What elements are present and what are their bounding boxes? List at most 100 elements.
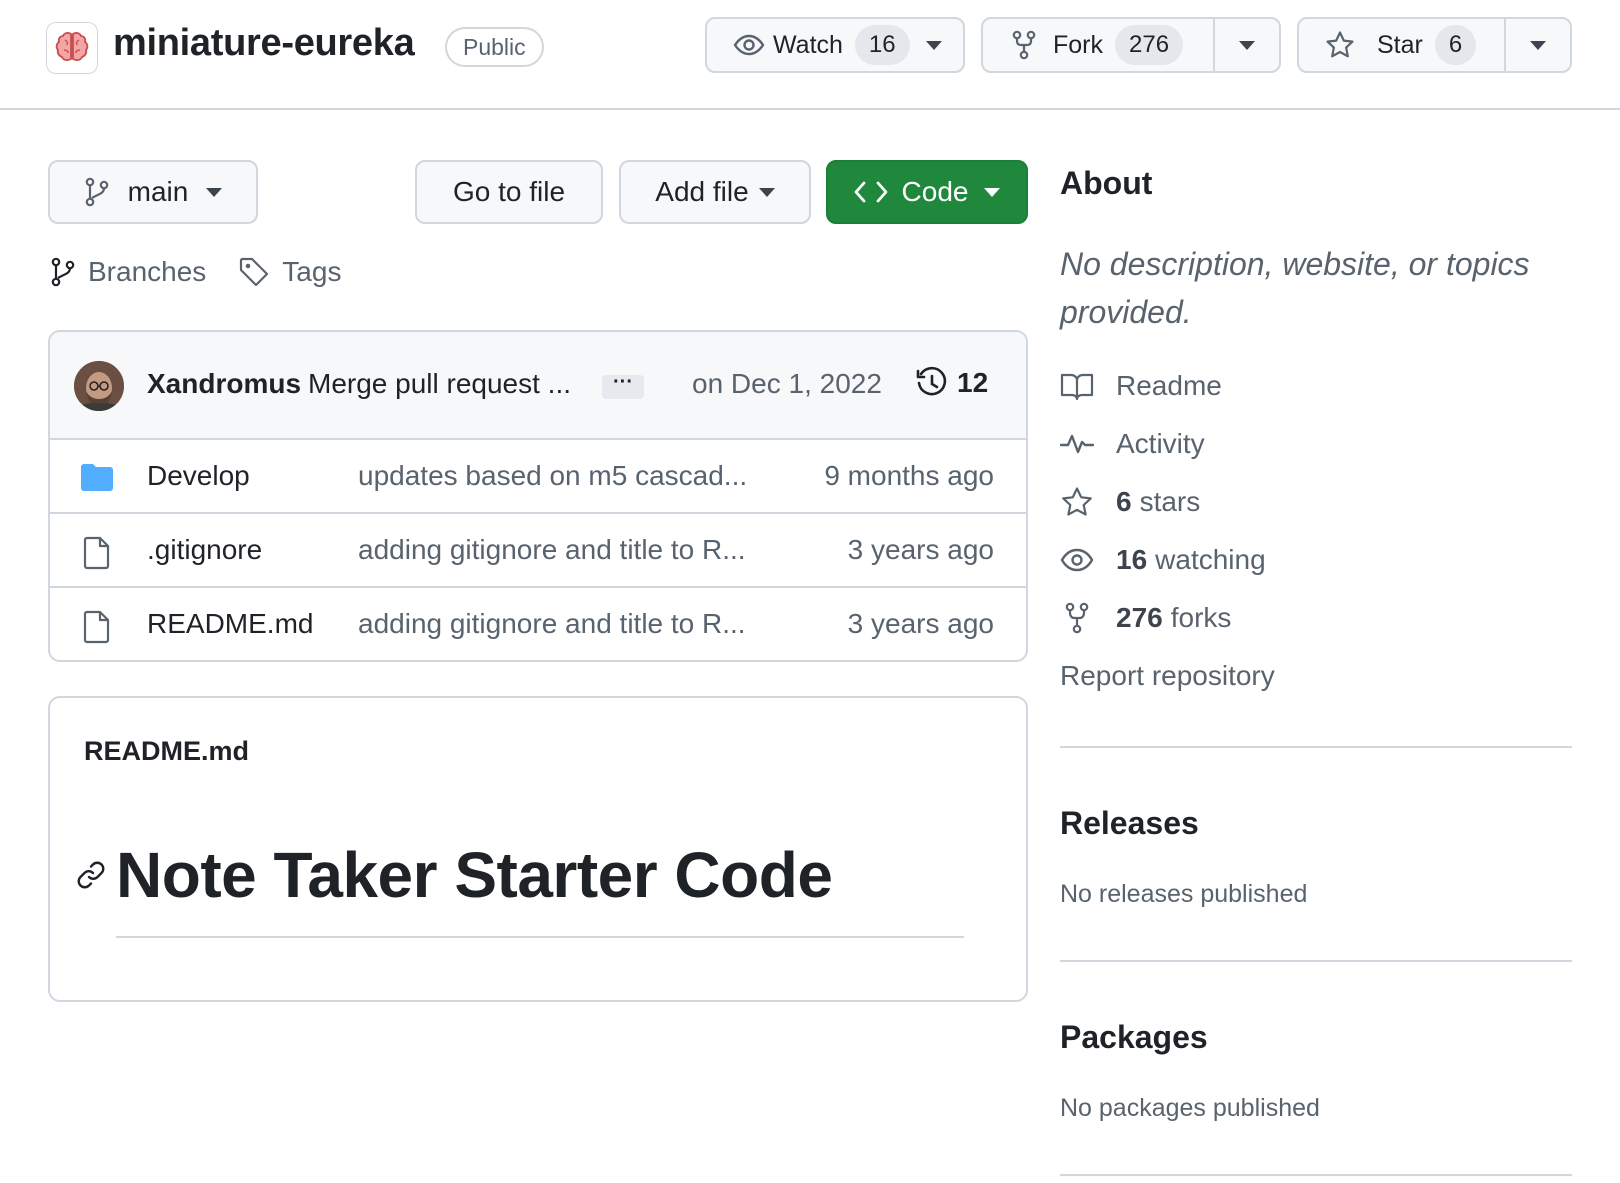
- expand-commit-button[interactable]: ···: [602, 372, 644, 399]
- latest-commit-bar: Xandromus Merge pull request ... ··· on …: [50, 332, 1026, 440]
- file-age: 3 years ago: [847, 608, 994, 639]
- watch-button[interactable]: Watch 16: [705, 17, 965, 73]
- code-button[interactable]: Code: [826, 160, 1028, 224]
- chevron-down-icon: [206, 187, 223, 197]
- visibility-badge: Public: [445, 27, 544, 67]
- activity-link[interactable]: Activity: [1060, 428, 1205, 460]
- packages-note: No packages published: [1060, 1094, 1320, 1122]
- file-name[interactable]: README.md: [147, 608, 313, 640]
- book-icon: [1060, 371, 1116, 401]
- branches-label: Branches: [88, 256, 207, 287]
- releases-title[interactable]: Releases: [1060, 805, 1199, 842]
- tag-icon: [238, 256, 282, 288]
- file-icon: [80, 536, 114, 570]
- folder-icon: [80, 462, 114, 492]
- chevron-down-icon: [984, 187, 1001, 197]
- eye-icon: [733, 34, 765, 56]
- table-row[interactable]: README.md adding gitignore and title to …: [50, 588, 1026, 660]
- fork-button[interactable]: Fork 276: [983, 19, 1213, 71]
- branch-selector[interactable]: main: [48, 160, 258, 224]
- star-button[interactable]: Star 6: [1299, 19, 1504, 71]
- avatar[interactable]: [74, 361, 124, 411]
- stars-link[interactable]: 6 stars: [1060, 486, 1200, 518]
- watching-label: watching: [1155, 544, 1266, 575]
- file-commit-message[interactable]: updates based on m5 cascad...: [358, 460, 747, 492]
- link-icon[interactable]: [76, 860, 106, 890]
- repo-header: miniature-eureka Public Watch 16 Fork 27…: [0, 0, 1620, 110]
- add-file-button[interactable]: Add file: [619, 160, 811, 224]
- table-row[interactable]: .gitignore adding gitignore and title to…: [50, 514, 1026, 588]
- commit-date: on Dec 1, 2022: [692, 368, 882, 399]
- go-to-file-button[interactable]: Go to file: [415, 160, 603, 224]
- about-title: About: [1060, 165, 1153, 201]
- file-commit-message[interactable]: adding gitignore and title to R...: [358, 534, 746, 566]
- fork-icon: [1011, 30, 1037, 60]
- forks-label: forks: [1170, 602, 1232, 633]
- repo-name[interactable]: miniature-eureka: [113, 22, 415, 65]
- star-icon: [1060, 486, 1116, 518]
- eye-icon: [1060, 545, 1116, 575]
- activity-label: Activity: [1116, 428, 1205, 459]
- file-icon: [80, 610, 114, 644]
- file-age: 9 months ago: [824, 460, 994, 491]
- fork-icon: [1060, 602, 1116, 634]
- tags-link[interactable]: Tags: [238, 256, 341, 288]
- branches-link[interactable]: Branches: [50, 256, 206, 288]
- commit-author[interactable]: Xandromus: [147, 368, 301, 400]
- divider: [1060, 1174, 1572, 1176]
- star-button-group: Star 6: [1297, 17, 1572, 73]
- repo-avatar: [46, 22, 98, 74]
- packages-title[interactable]: Packages: [1060, 1019, 1208, 1056]
- stars-count: 6: [1116, 486, 1132, 517]
- tags-label: Tags: [282, 256, 342, 287]
- readme-heading: Note Taker Starter Code: [116, 839, 833, 911]
- forks-link[interactable]: 276 forks: [1060, 602, 1231, 634]
- file-name[interactable]: Develop: [147, 460, 250, 492]
- fork-count: 276: [1115, 25, 1184, 65]
- star-dropdown[interactable]: [1506, 19, 1570, 71]
- file-age: 3 years ago: [847, 534, 994, 565]
- fork-dropdown[interactable]: [1215, 19, 1279, 71]
- branch-icon: [50, 257, 88, 287]
- star-count: 6: [1434, 25, 1477, 65]
- readme-link[interactable]: Readme: [1060, 370, 1222, 402]
- brain-icon: [52, 28, 92, 68]
- chevron-down-icon: [758, 187, 775, 197]
- readme-label: Readme: [1116, 370, 1222, 401]
- watching-count: 16: [1116, 544, 1148, 575]
- chevron-down-icon: [925, 40, 942, 50]
- chevron-down-icon: [1239, 40, 1256, 50]
- divider: [1060, 960, 1572, 962]
- commit-count: 12: [957, 367, 989, 398]
- divider: [116, 936, 964, 938]
- fork-button-group: Fork 276: [981, 17, 1281, 73]
- about-description: No description, website, or topics provi…: [1060, 246, 1530, 330]
- branch-icon: [84, 177, 110, 207]
- ref-links: Branches Tags: [50, 256, 373, 288]
- code-label: Code: [901, 176, 969, 207]
- readme-panel: README.md Note Taker Starter Code: [48, 696, 1028, 1002]
- commit-history-link[interactable]: 12: [915, 366, 988, 400]
- history-icon: [915, 366, 957, 400]
- code-icon: [854, 180, 888, 204]
- divider: [1060, 746, 1572, 748]
- star-label: Star: [1377, 30, 1423, 59]
- chevron-down-icon: [1530, 40, 1547, 50]
- branch-name: main: [127, 176, 189, 207]
- commit-message[interactable]: Merge pull request ...: [308, 368, 571, 400]
- readme-filename[interactable]: README.md: [84, 736, 249, 767]
- watching-link[interactable]: 16 watching: [1060, 544, 1266, 576]
- watch-count: 16: [854, 25, 910, 65]
- add-file-label: Add file: [655, 176, 749, 207]
- star-icon: [1325, 30, 1355, 60]
- table-row[interactable]: Develop updates based on m5 cascad... 9 …: [50, 440, 1026, 514]
- file-browser: Xandromus Merge pull request ... ··· on …: [48, 330, 1028, 662]
- fork-label: Fork: [1053, 30, 1103, 59]
- stars-label: stars: [1139, 486, 1201, 517]
- file-name[interactable]: .gitignore: [147, 534, 262, 566]
- report-repository-link[interactable]: Report repository: [1060, 660, 1275, 692]
- pulse-icon: [1060, 429, 1116, 459]
- watch-label: Watch: [773, 30, 843, 59]
- releases-note: No releases published: [1060, 880, 1308, 908]
- file-commit-message[interactable]: adding gitignore and title to R...: [358, 608, 746, 640]
